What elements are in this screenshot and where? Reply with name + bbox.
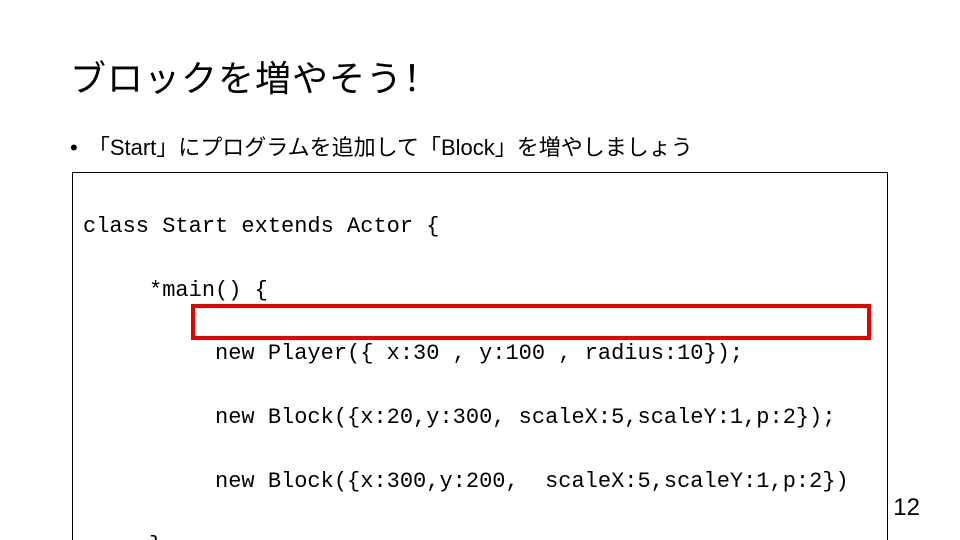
code-line-5: new Block({x:300,y:200, scaleX:5,scaleY:… <box>83 466 877 498</box>
code-line-6: } <box>83 530 877 540</box>
slide-title: ブロックを増やそう！ <box>70 50 890 102</box>
bullet-dot-icon: • <box>70 135 78 161</box>
highlight-rectangle <box>191 304 871 340</box>
bullet-1: • 「Start」にプログラムを追加して「Block」を増やしましょう <box>70 130 890 162</box>
slide: ブロックを増やそう！ • 「Start」にプログラムを追加して「Block」を増… <box>0 0 960 540</box>
page-number: 12 <box>893 494 920 522</box>
code-line-1: class Start extends Actor { <box>83 211 877 243</box>
bullet-1-text: 「Start」にプログラムを追加して「Block」を増やしましょう <box>88 135 693 160</box>
code-line-3: new Player({ x:30 , y:100 , radius:10}); <box>83 338 877 370</box>
code-line-4: new Block({x:20,y:300, scaleX:5,scaleY:1… <box>83 402 877 434</box>
code-box: class Start extends Actor { *main() { ne… <box>72 172 888 540</box>
code-line-2: *main() { <box>83 275 877 307</box>
